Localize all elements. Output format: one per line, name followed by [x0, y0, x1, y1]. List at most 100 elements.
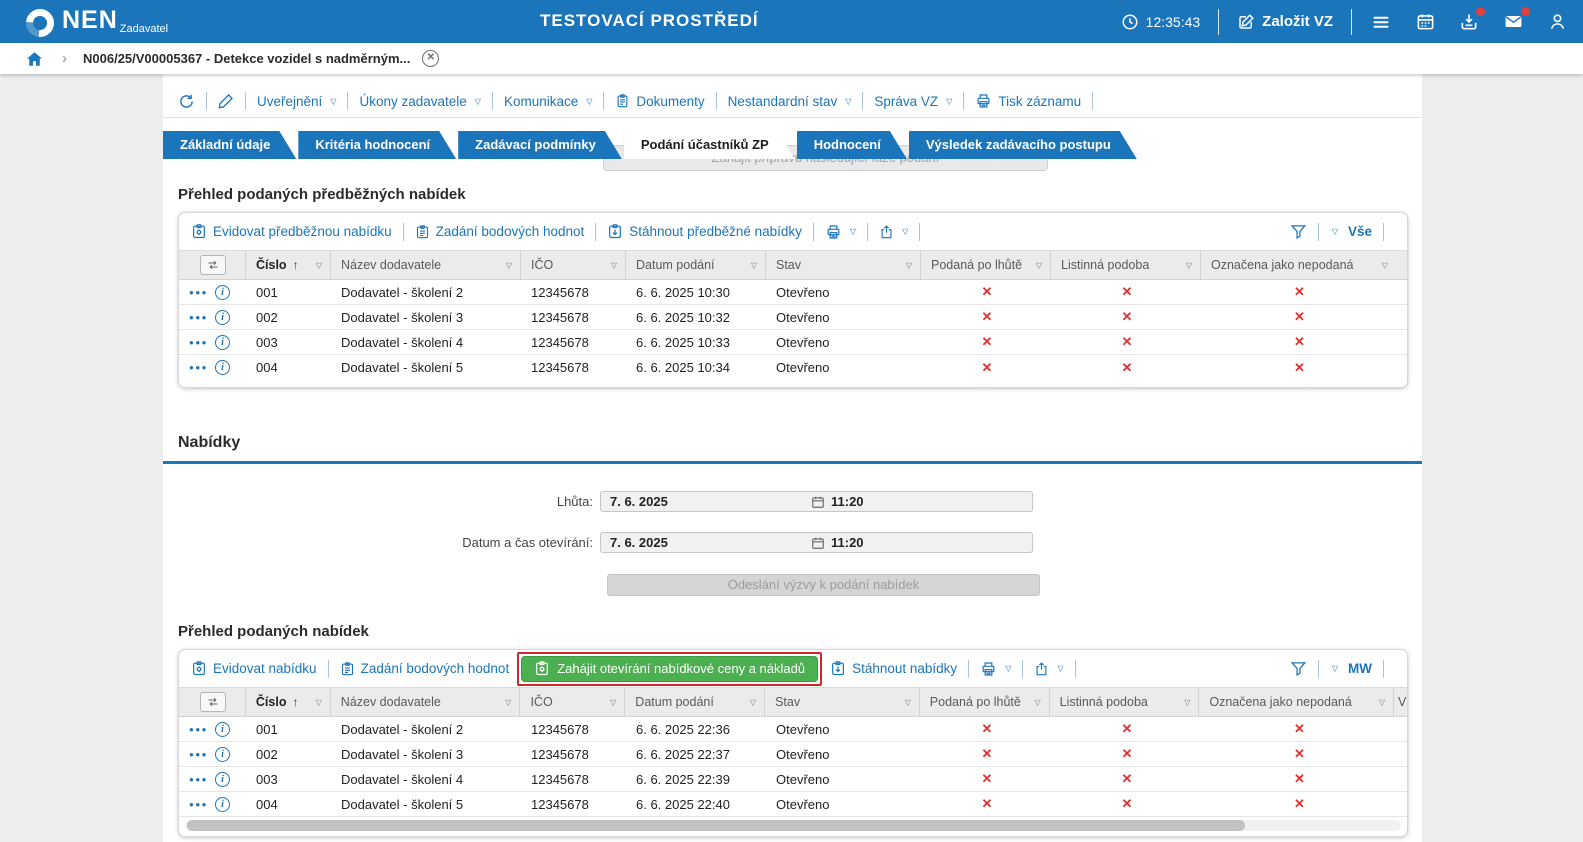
zadani-bodovych-hodnot-button[interactable]: Zadání bodových hodnot — [415, 224, 584, 240]
info-icon[interactable]: i — [215, 360, 230, 375]
scrollbar-thumb[interactable] — [187, 820, 1245, 831]
refresh-button[interactable] — [178, 93, 195, 110]
row-menu-icon[interactable]: ●●● — [189, 313, 208, 322]
filter-caret-icon[interactable]: ▽ — [751, 261, 757, 270]
tab-zadavaci-podminky[interactable]: Zadávací podmínky — [458, 131, 622, 159]
view-selector[interactable]: ▽ MW — [1330, 661, 1372, 676]
row-menu-icon[interactable]: ●●● — [189, 725, 208, 734]
col-oznacena-jako-nepodana[interactable]: Označena jako nepodaná ▽ — [1199, 687, 1395, 717]
create-vz-button[interactable]: Založit VZ — [1237, 13, 1333, 31]
filter-caret-icon[interactable]: ▽ — [905, 698, 911, 707]
col-podana-po-lhute[interactable]: Podaná po lhůtě ▽ — [920, 687, 1050, 717]
col-cislo[interactable]: Číslo ↑ ▽ — [246, 687, 331, 717]
col-oznacena-jako-nepodana[interactable]: Označena jako nepodaná ▽ — [1201, 250, 1396, 280]
nen-logo[interactable]: NEN Zadavatel — [20, 2, 168, 43]
col-listinna-podoba[interactable]: Listinná podoba ▽ — [1050, 687, 1200, 717]
menu-sprava-vz[interactable]: Správa VZ ▽ — [874, 94, 952, 109]
tab-zakladni-udaje[interactable]: Základní údaje — [163, 131, 296, 159]
col-stav[interactable]: Stav ▽ — [766, 250, 921, 280]
info-icon[interactable]: i — [215, 334, 230, 350]
profile-button[interactable] — [1548, 12, 1567, 31]
tab-podani-ucastniku-zp[interactable]: Podání účastníků ZP — [624, 131, 795, 159]
col-datum-podani[interactable]: Datum podání ▽ — [626, 250, 766, 280]
col-truncated[interactable]: V — [1394, 687, 1407, 717]
row-menu-icon[interactable]: ●●● — [189, 363, 208, 372]
col-nazev-dodavatele[interactable]: Název dodavatele ▽ — [331, 250, 521, 280]
row-menu-icon[interactable]: ●●● — [189, 750, 208, 759]
info-icon[interactable]: i — [215, 746, 230, 762]
print-table-button[interactable]: ▽ — [825, 224, 856, 240]
zadani-bodovych-hodnot-button[interactable]: Zadání bodových hodnot — [340, 661, 509, 677]
evidovat-nabidku-button[interactable]: Evidovat nabídku — [191, 660, 317, 677]
zahajit-oteviran-button[interactable]: Zahájit otevírání nabídkové ceny a nákla… — [521, 655, 819, 682]
table-row[interactable]: ●●● i 003 Dodavatel - školení 4 12345678 … — [179, 330, 1407, 355]
deadline-field[interactable]: 7. 6. 2025 11:20 — [600, 491, 1033, 512]
downloads-button[interactable] — [1459, 6, 1485, 32]
send-invitation-button[interactable]: Odeslání výzvy k podání nabídek — [607, 574, 1040, 596]
menu-ukony-zadavatele[interactable]: Úkony zadavatele ▽ — [359, 94, 480, 109]
row-menu-icon[interactable]: ●●● — [189, 338, 208, 347]
info-icon[interactable]: i — [215, 771, 230, 787]
breadcrumb-item[interactable]: N006/25/V00005367 - Detekce vozidel s na… — [83, 51, 410, 66]
table-row[interactable]: ●●● i 004 Dodavatel - školení 5 12345678 … — [179, 792, 1407, 817]
filter-caret-icon[interactable]: ▽ — [750, 698, 756, 707]
col-ico[interactable]: IČO ▽ — [521, 250, 626, 280]
opening-field[interactable]: 7. 6. 2025 11:20 — [600, 532, 1033, 553]
menu-button[interactable] — [1370, 13, 1392, 31]
info-icon[interactable]: i — [215, 284, 230, 300]
filter-caret-icon[interactable]: ▽ — [505, 698, 511, 707]
filter-button[interactable] — [1290, 660, 1307, 677]
filter-button[interactable] — [1290, 223, 1307, 240]
opening-date-value[interactable]: 7. 6. 2025 — [601, 535, 811, 550]
filter-caret-icon[interactable]: ▽ — [1382, 261, 1388, 270]
tab-kriteria-hodnoceni[interactable]: Kritéria hodnocení — [298, 131, 456, 159]
evidovat-predbeznou-nabidku-button[interactable]: Evidovat předběžnou nabídku — [191, 223, 392, 240]
calendar-icon[interactable] — [811, 495, 825, 509]
info-icon[interactable]: i — [215, 309, 230, 325]
filter-caret-icon[interactable]: ▽ — [1379, 698, 1385, 707]
print-record-button[interactable]: Tisk záznamu — [975, 93, 1081, 109]
stahnout-predbezne-nabidky-button[interactable]: Stáhnout předběžné nabídky — [607, 223, 802, 240]
filter-caret-icon[interactable]: ▽ — [1184, 698, 1190, 707]
row-menu-icon[interactable]: ●●● — [189, 288, 208, 297]
calendar-icon[interactable] — [811, 536, 825, 550]
column-chooser[interactable] — [179, 250, 246, 280]
stahnout-nabidky-button[interactable]: Stáhnout nabídky — [830, 660, 957, 677]
column-chooser[interactable] — [179, 687, 246, 717]
menu-nestandardni-stav[interactable]: Nestandardní stav ▽ — [728, 94, 852, 109]
row-menu-icon[interactable]: ●●● — [189, 775, 208, 784]
filter-caret-icon[interactable]: ▽ — [1036, 261, 1042, 270]
edit-record-button[interactable] — [218, 93, 234, 109]
col-listinna-podoba[interactable]: Listinná podoba ▽ — [1051, 250, 1201, 280]
table-row[interactable]: ●●● i 002 Dodavatel - školení 3 12345678 … — [179, 742, 1407, 767]
calendar-button[interactable] — [1416, 12, 1435, 31]
menu-uverejneni[interactable]: Uveřejnění ▽ — [257, 94, 336, 109]
menu-dokumenty[interactable]: Dokumenty — [615, 93, 705, 109]
print-table-button[interactable]: ▽ — [980, 661, 1011, 677]
opening-time-value[interactable]: 11:20 — [831, 535, 864, 550]
messages-button[interactable] — [1503, 7, 1530, 31]
info-icon[interactable]: i — [215, 721, 230, 737]
filter-caret-icon[interactable]: ▽ — [316, 261, 322, 270]
col-ico[interactable]: IČO ▽ — [520, 687, 626, 717]
info-icon[interactable]: i — [215, 796, 230, 812]
home-button[interactable] — [25, 50, 44, 68]
filter-caret-icon[interactable]: ▽ — [610, 698, 616, 707]
tab-hodnoceni[interactable]: Hodnocení — [797, 131, 907, 159]
filter-caret-icon[interactable]: ▽ — [906, 261, 912, 270]
table-row[interactable]: ●●● i 004 Dodavatel - školení 5 12345678 … — [179, 355, 1407, 380]
horizontal-scrollbar[interactable] — [185, 820, 1401, 831]
export-table-button[interactable]: ▽ — [1034, 661, 1064, 677]
close-tab-icon[interactable]: ✕ — [422, 50, 440, 67]
col-nazev-dodavatele[interactable]: Název dodavatele ▽ — [331, 687, 521, 717]
filter-caret-icon[interactable]: ▽ — [611, 261, 617, 270]
filter-caret-icon[interactable]: ▽ — [506, 261, 512, 270]
view-selector[interactable]: ▽ Vše — [1330, 224, 1372, 239]
filter-caret-icon[interactable]: ▽ — [1034, 698, 1040, 707]
menu-komunikace[interactable]: Komunikace ▽ — [504, 94, 592, 109]
export-table-button[interactable]: ▽ — [879, 224, 908, 240]
row-menu-icon[interactable]: ●●● — [189, 800, 208, 809]
col-datum-podani[interactable]: Datum podání ▽ — [625, 687, 766, 717]
deadline-time-value[interactable]: 11:20 — [831, 494, 864, 509]
col-podana-po-lhute[interactable]: Podaná po lhůtě ▽ — [921, 250, 1051, 280]
